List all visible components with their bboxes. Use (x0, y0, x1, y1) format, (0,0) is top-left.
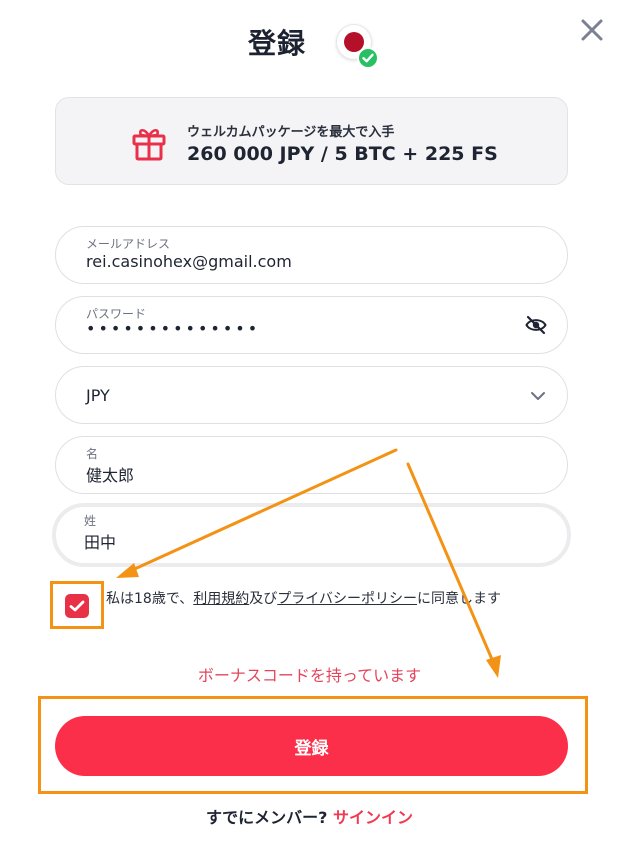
agree-checkbox[interactable] (65, 594, 89, 618)
close-icon[interactable] (580, 18, 604, 42)
last-name-value[interactable]: 田中 (84, 529, 116, 553)
currency-value: JPY (86, 386, 110, 405)
check-circle-icon (357, 47, 379, 69)
member-text: すでにメンバー? (205, 808, 328, 827)
promo-amount: 260 000 JPY / 5 BTC + 225 FS (187, 143, 498, 165)
last-name-field[interactable]: 姓 田中 (52, 503, 571, 567)
checkbox-highlight-frame (50, 581, 104, 629)
password-value[interactable]: •••••••••••••• (86, 319, 260, 338)
signin-link[interactable]: サインイン (333, 808, 413, 827)
bonus-code-link[interactable]: ボーナスコードを持っています (0, 662, 619, 686)
privacy-policy-link[interactable]: プライバシーポリシー (277, 591, 417, 607)
first-name-value[interactable]: 健太郎 (86, 462, 134, 486)
first-name-field[interactable]: 名 健太郎 (55, 436, 568, 494)
terms-link[interactable]: 利用規約 (193, 591, 249, 607)
agreement-post: に同意します (417, 591, 501, 607)
agreement-mid: 及び (249, 591, 278, 607)
chevron-down-icon[interactable] (529, 388, 547, 402)
agreement-text: 私は18歳で、利用規約及びプライバシーポリシーに同意します (106, 588, 501, 608)
welcome-package-banner: ウェルカムパッケージを最大で入手 260 000 JPY / 5 BTC + 2… (55, 97, 568, 185)
page-title: 登録 (248, 27, 307, 60)
first-name-label: 名 (86, 447, 99, 461)
gift-icon (130, 124, 168, 162)
promo-subtitle: ウェルカムパッケージを最大で入手 (187, 125, 395, 140)
email-value[interactable]: rei.casinohex@gmail.com (86, 252, 292, 271)
member-prompt: すでにメンバー? サインイン (0, 804, 619, 828)
agreement-pre: 私は18歳で、 (106, 591, 194, 607)
password-field[interactable]: パスワード •••••••••••••• (55, 296, 568, 354)
email-label: メールアドレス (86, 237, 171, 251)
registration-modal: 登録 ウェルカムパッケージを最大で入手 260 000 JPY / 5 BTC … (0, 0, 619, 862)
eye-off-icon[interactable] (525, 315, 547, 335)
email-field[interactable]: メールアドレス rei.casinohex@gmail.com (55, 226, 568, 284)
currency-select[interactable]: JPY (55, 366, 568, 424)
register-button[interactable]: 登録 (55, 716, 568, 776)
check-icon (69, 600, 85, 612)
last-name-label: 姓 (84, 514, 97, 528)
